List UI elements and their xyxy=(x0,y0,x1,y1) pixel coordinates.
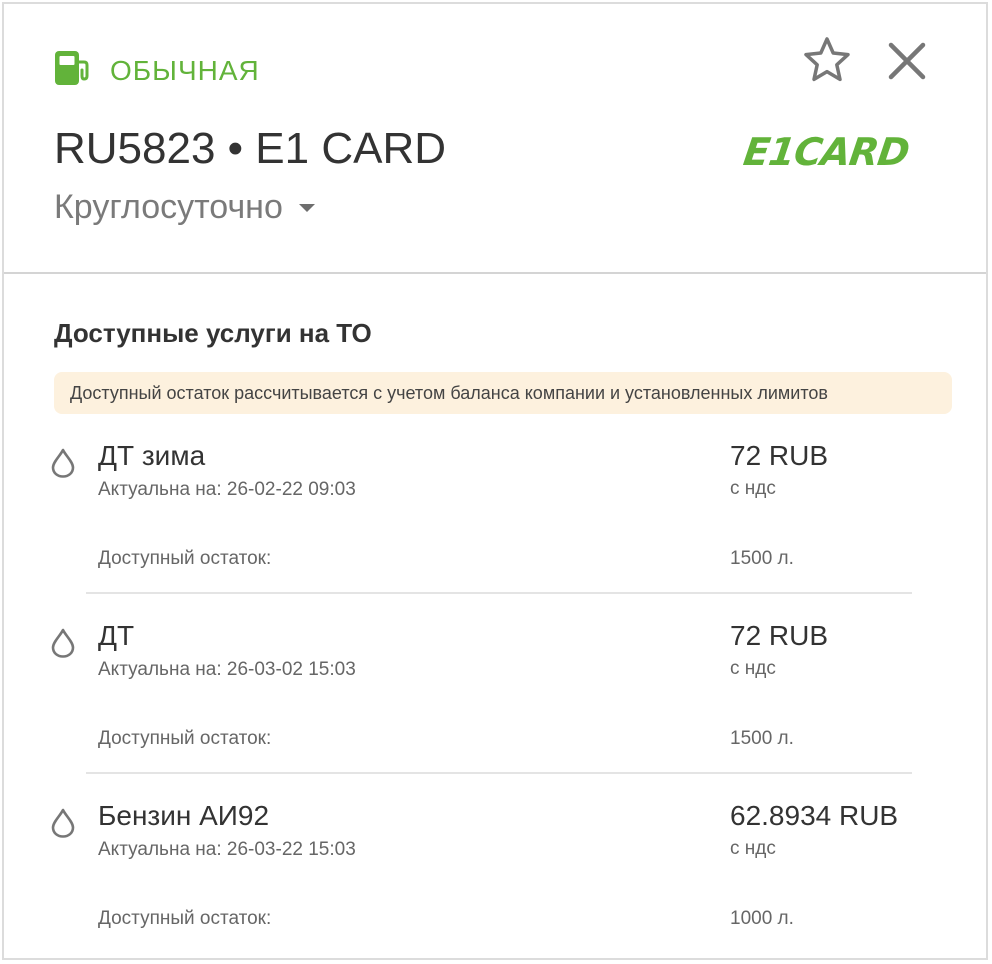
divider xyxy=(86,772,912,774)
service-rest-value: 1500 л. xyxy=(730,728,794,749)
service-rest-label: Доступный остаток: xyxy=(98,908,272,929)
close-button[interactable] xyxy=(884,38,930,84)
station-title: RU5823 • E1 CARD xyxy=(54,124,447,173)
service-date: Актуальна на: 26-02-22 09:03 xyxy=(98,479,356,500)
service-date: Актуальна на: 26-03-02 15:03 xyxy=(98,659,356,680)
hours-label: Круглосуточно xyxy=(54,188,283,226)
service-item: Бензин АИ92 Актуальна на: 26-03-22 15:03… xyxy=(4,800,986,950)
drop-icon xyxy=(50,808,76,838)
caret-down-icon xyxy=(298,203,315,212)
service-price: 72 RUB xyxy=(730,620,829,651)
service-rest-label: Доступный остаток: xyxy=(98,548,272,569)
service-vat: с ндс xyxy=(730,658,776,679)
fuel-pump-icon xyxy=(52,48,92,93)
drop-icon xyxy=(50,448,76,478)
hours-dropdown[interactable]: Круглосуточно xyxy=(54,188,315,227)
service-vat: с ндс xyxy=(730,838,776,859)
service-name: ДТ xyxy=(98,620,135,651)
star-icon xyxy=(800,37,854,92)
station-type-label: ОБЫЧНАЯ xyxy=(110,54,260,86)
service-price: 62.8934 RUB xyxy=(730,800,899,831)
service-date: Актуальна на: 26-03-22 15:03 xyxy=(98,839,356,860)
services-title: Доступные услуги на ТО xyxy=(54,318,372,348)
service-rest-label: Доступный остаток: xyxy=(98,728,272,749)
station-card: ОБЫЧНАЯ RU5823 • E1 CARD E1CARD Круглосу… xyxy=(2,2,988,960)
close-icon xyxy=(884,42,930,88)
divider xyxy=(86,592,912,594)
service-item: ДТ зима Актуальна на: 26-02-22 09:03 72 … xyxy=(4,440,986,620)
station-type: ОБЫЧНАЯ xyxy=(52,48,260,93)
service-rest-value: 1500 л. xyxy=(730,548,794,569)
service-price: 72 RUB xyxy=(730,440,829,471)
service-vat: с ндс xyxy=(730,478,776,499)
station-header: ОБЫЧНАЯ RU5823 • E1 CARD E1CARD Круглосу… xyxy=(4,4,986,274)
service-rest-value: 1000 л. xyxy=(730,908,794,929)
service-item: ДТ Актуальна на: 26-03-02 15:03 72 RUB с… xyxy=(4,620,986,800)
balance-notice-text: Доступный остаток рассчитывается с учето… xyxy=(70,382,828,403)
brand-logo: E1CARD xyxy=(740,130,912,174)
favorite-button[interactable] xyxy=(800,34,854,88)
balance-notice: Доступный остаток рассчитывается с учето… xyxy=(54,372,952,414)
service-name: Бензин АИ92 xyxy=(98,800,270,831)
drop-icon xyxy=(50,628,76,658)
service-name: ДТ зима xyxy=(98,440,206,471)
